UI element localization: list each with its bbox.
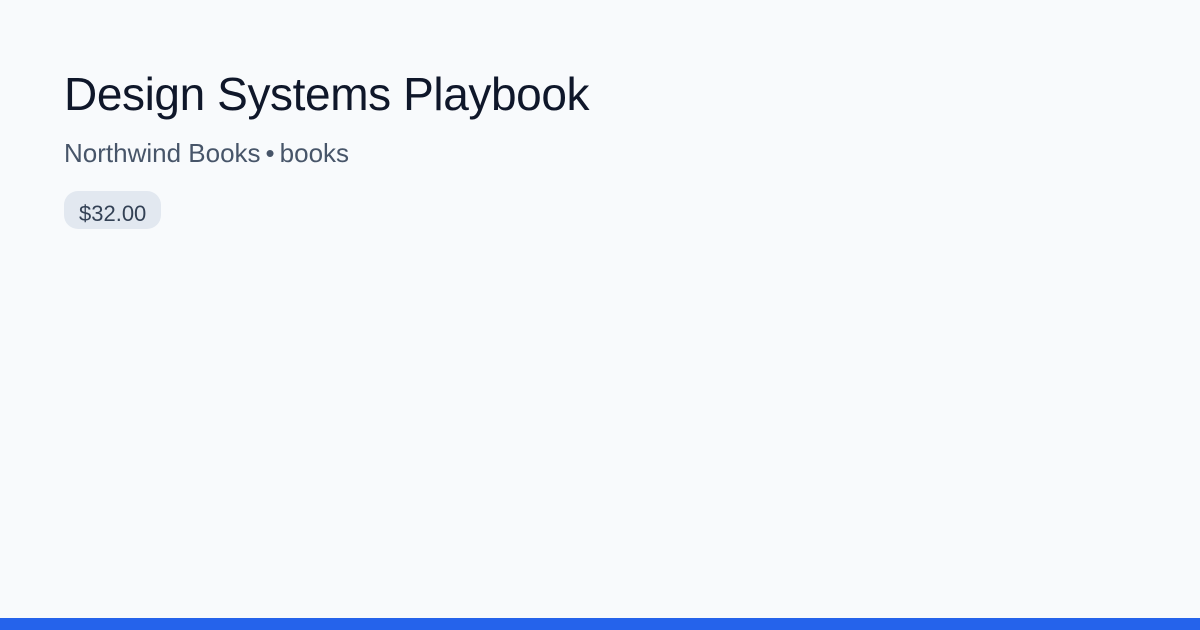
accent-bar	[0, 618, 1200, 630]
meta-separator: •	[265, 138, 275, 168]
price-badge: $32.00	[64, 191, 162, 229]
product-card: Design Systems Playbook Northwind Books •…	[64, 64, 1136, 229]
product-category: books	[279, 138, 350, 168]
product-title: Design Systems Playbook	[64, 68, 590, 120]
product-meta: Northwind Books • books	[64, 137, 1136, 169]
vendor-name: Northwind Books	[64, 138, 261, 168]
